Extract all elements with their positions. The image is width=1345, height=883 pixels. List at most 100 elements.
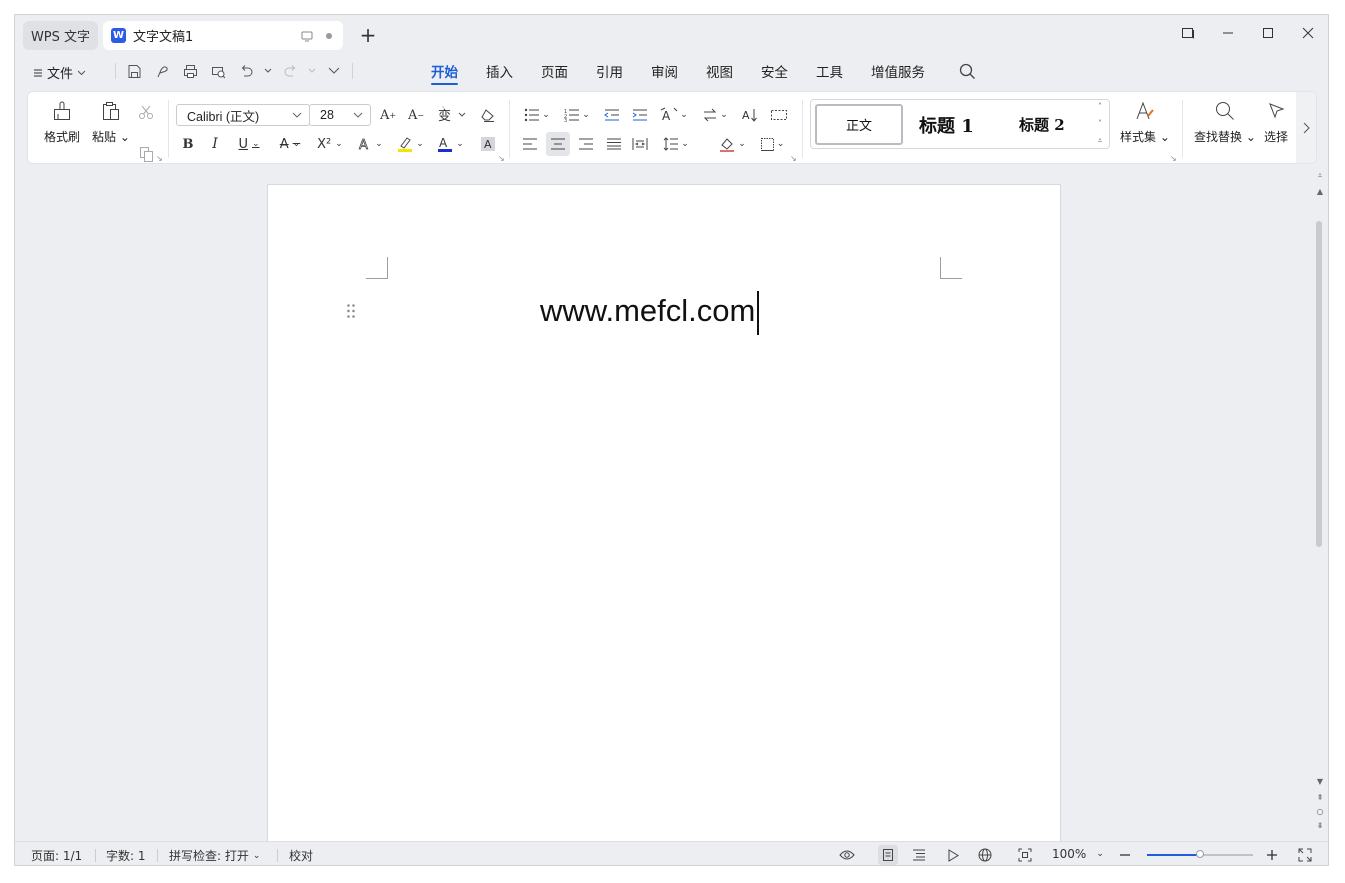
strikethrough-icon[interactable]: A ⌄ xyxy=(274,134,306,154)
tab-document[interactable]: W 文字文稿1 xyxy=(103,21,343,50)
borders-icon[interactable]: ⌄ xyxy=(756,134,788,154)
restore-layout-icon[interactable] xyxy=(1180,25,1196,41)
chinese-layout-icon[interactable]: A ⌄ xyxy=(658,105,690,125)
zoom-slider-knob[interactable] xyxy=(1196,850,1204,858)
sort-icon[interactable]: A xyxy=(740,105,760,125)
italic-icon[interactable]: I xyxy=(205,134,225,154)
line-spacing-icon[interactable]: ⌄ xyxy=(660,134,692,154)
tab-review[interactable]: 审阅 xyxy=(637,57,692,85)
cut-icon[interactable] xyxy=(136,102,156,122)
styles-scroll-up-icon[interactable]: ˄ xyxy=(1098,102,1102,111)
scroll-up-icon[interactable]: ▲ xyxy=(1311,187,1328,196)
font-name-select[interactable]: Calibri (正文) xyxy=(176,104,310,126)
increase-indent-icon[interactable] xyxy=(630,105,650,125)
style-normal[interactable]: 正文 xyxy=(815,104,903,145)
style-set-button[interactable]: 样式集 ⌄ xyxy=(1120,98,1170,145)
bullet-list-icon[interactable]: ⌄ xyxy=(522,105,552,125)
play-reading-icon[interactable] xyxy=(943,845,963,865)
ribbon-scroll-right-button[interactable] xyxy=(1296,92,1316,163)
shrink-font-icon[interactable]: A − xyxy=(406,105,426,125)
proofread-button[interactable]: 校对 xyxy=(289,847,313,864)
fit-page-icon[interactable] xyxy=(1015,845,1035,865)
character-shading-icon[interactable]: A xyxy=(478,134,498,154)
shading-icon[interactable]: ⌄ xyxy=(716,134,748,154)
customize-toolbar-icon[interactable] xyxy=(324,61,344,81)
numbered-list-icon[interactable]: 123 ⌄ xyxy=(562,105,592,125)
format-painter-button[interactable]: 格式刷 xyxy=(44,98,80,145)
eye-protection-icon[interactable] xyxy=(837,845,857,865)
decrease-indent-icon[interactable] xyxy=(602,105,622,125)
redo-dropdown-icon[interactable] xyxy=(308,68,316,74)
scrollbar-thumb[interactable] xyxy=(1316,221,1322,547)
monitor-icon[interactable] xyxy=(301,30,313,42)
save-icon[interactable] xyxy=(124,61,144,81)
underline-icon[interactable]: U ⌄ xyxy=(232,134,266,154)
new-tab-button[interactable]: + xyxy=(357,23,379,47)
zoom-in-icon[interactable] xyxy=(1262,845,1282,865)
tab-home-start[interactable]: 开始 xyxy=(417,57,472,85)
align-right-icon[interactable] xyxy=(576,134,596,154)
fullscreen-icon[interactable] xyxy=(1295,845,1315,865)
show-hide-marks-icon[interactable] xyxy=(768,105,790,125)
paste-button[interactable]: 粘贴 ⌄ xyxy=(92,98,130,145)
find-replace-button[interactable]: 查找替换 ⌄ xyxy=(1194,98,1256,145)
superscript-icon[interactable]: X² ⌄ xyxy=(314,134,346,154)
text-effect-icon[interactable]: A ⌄ xyxy=(354,134,386,154)
styles-launcher-icon[interactable]: ↘ xyxy=(1170,154,1177,163)
tab-wps-home[interactable]: WPS 文字 xyxy=(23,21,98,50)
text-direction-icon[interactable]: ⌄ xyxy=(700,105,730,125)
tab-security[interactable]: 安全 xyxy=(747,57,802,85)
previous-page-icon[interactable]: ⇞ xyxy=(1311,793,1328,802)
copy-icon[interactable] xyxy=(136,144,156,164)
clear-format-icon[interactable] xyxy=(478,105,498,125)
document-canvas[interactable]: www.mefcl.com xyxy=(15,167,1328,864)
print-preview-icon[interactable] xyxy=(208,61,228,81)
style-heading-2[interactable]: 标题 2 xyxy=(1019,114,1065,135)
page-indicator[interactable]: 页面: 1/1 xyxy=(31,847,82,864)
tab-page[interactable]: 页面 xyxy=(527,57,582,85)
outline-view-icon[interactable] xyxy=(909,845,929,865)
tab-value-added[interactable]: 增值服务 xyxy=(857,57,939,85)
paragraph-launcher-icon[interactable]: ↘ xyxy=(790,154,797,163)
tab-references[interactable]: 引用 xyxy=(582,57,637,85)
search-icon[interactable] xyxy=(959,63,977,81)
undo-dropdown-icon[interactable] xyxy=(264,68,272,74)
minimize-icon[interactable] xyxy=(1220,25,1236,41)
page-view-icon[interactable] xyxy=(878,845,898,865)
font-color-icon[interactable]: A ⌄ xyxy=(434,134,466,154)
undo-icon[interactable] xyxy=(236,61,256,81)
document-text[interactable]: www.mefcl.com xyxy=(540,291,760,335)
select-browse-object-icon[interactable]: ○ xyxy=(1311,807,1328,816)
scroll-top-icon[interactable]: ⩡ xyxy=(1311,171,1328,181)
redo-icon[interactable] xyxy=(280,61,300,81)
file-menu-button[interactable]: 文件 xyxy=(33,63,86,82)
bold-icon[interactable]: B xyxy=(178,134,198,154)
word-count[interactable]: 字数: 1 xyxy=(106,847,146,864)
tab-view[interactable]: 视图 xyxy=(692,57,747,85)
zoom-slider[interactable] xyxy=(1147,850,1253,858)
style-heading-1[interactable]: 标题 1 xyxy=(919,112,974,138)
styles-expand-icon[interactable]: ⩡ xyxy=(1098,136,1103,146)
close-icon[interactable] xyxy=(1300,25,1316,41)
justify-icon[interactable] xyxy=(604,134,624,154)
align-center-icon[interactable] xyxy=(546,132,570,156)
clipboard-launcher-icon[interactable]: ↘ xyxy=(156,154,163,163)
scroll-down-icon[interactable]: ▼ xyxy=(1311,777,1328,786)
align-left-icon[interactable] xyxy=(520,134,540,154)
document-page[interactable]: www.mefcl.com xyxy=(267,184,1061,864)
web-layout-icon[interactable] xyxy=(975,845,995,865)
tab-insert[interactable]: 插入 xyxy=(472,57,527,85)
select-button[interactable]: 选择 xyxy=(1264,98,1296,145)
highlight-icon[interactable]: ⌄ xyxy=(394,134,426,154)
unsaved-dot-icon[interactable] xyxy=(325,32,333,40)
output-pdf-icon[interactable] xyxy=(152,61,172,81)
styles-scroll-down-icon[interactable]: ˅ xyxy=(1098,119,1102,128)
grow-font-icon[interactable]: A + xyxy=(378,105,398,125)
maximize-icon[interactable] xyxy=(1260,25,1276,41)
distributed-align-icon[interactable] xyxy=(630,134,650,154)
vertical-scrollbar[interactable]: ⩡ ▲ ▼ ⇞ ○ ⇟ xyxy=(1311,167,1328,842)
zoom-out-icon[interactable] xyxy=(1115,845,1135,865)
font-size-select[interactable]: 28 xyxy=(309,104,371,126)
font-launcher-icon[interactable]: ↘ xyxy=(498,154,505,163)
tab-tools[interactable]: 工具 xyxy=(802,57,857,85)
